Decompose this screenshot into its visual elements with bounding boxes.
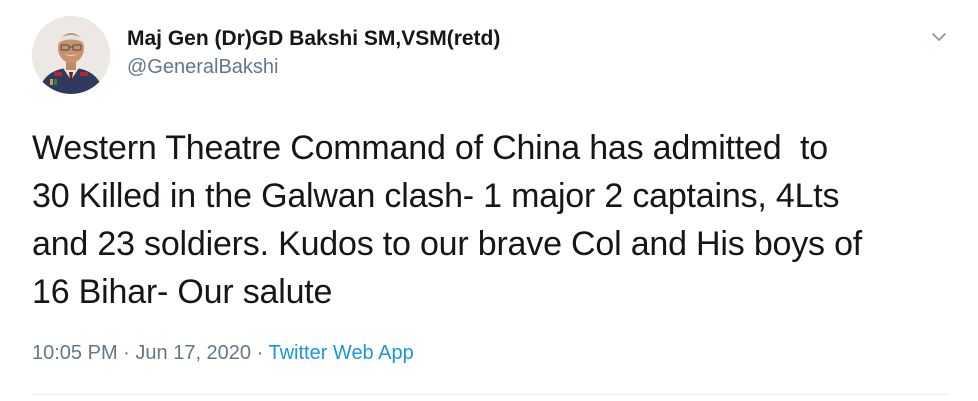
tweet-menu-button[interactable] <box>928 26 950 48</box>
meta-separator: · <box>251 342 269 364</box>
user-handle[interactable]: @GeneralBakshi <box>127 55 500 79</box>
tweet-text: Western Theatre Command of China has adm… <box>32 129 863 311</box>
tweet-time[interactable]: 10:05 PM <box>32 342 118 364</box>
meta-separator: · <box>117 342 136 364</box>
tweet-card: Maj Gen (Dr)GD Bakshi SM,VSM(retd) @Gene… <box>0 0 978 401</box>
display-name[interactable]: Maj Gen (Dr)GD Bakshi SM,VSM(retd) <box>127 26 500 52</box>
avatar[interactable] <box>32 16 110 94</box>
chevron-down-icon <box>932 33 946 41</box>
tweet-source-link[interactable]: Twitter Web App <box>268 342 413 364</box>
divider <box>32 394 948 395</box>
author-block: Maj Gen (Dr)GD Bakshi SM,VSM(retd) @Gene… <box>127 26 500 79</box>
tweet-meta: 10:05 PM · Jun 17, 2020 · Twitter Web Ap… <box>32 340 414 366</box>
avatar-image <box>32 16 110 94</box>
tweet-date[interactable]: Jun 17, 2020 <box>135 342 251 364</box>
